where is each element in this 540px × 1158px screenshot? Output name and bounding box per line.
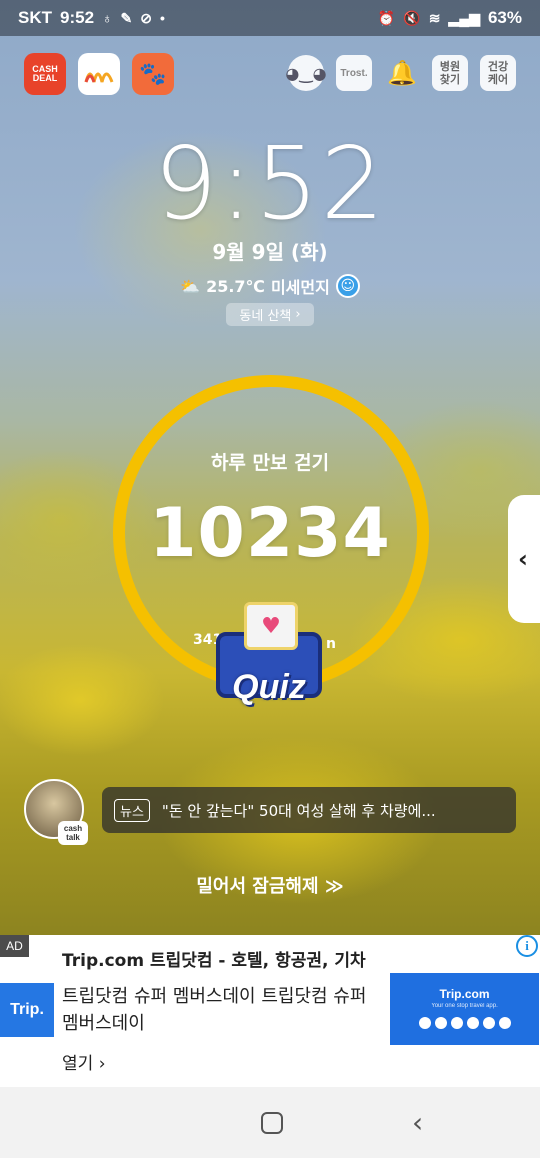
back-button[interactable]: ‹ [412,1106,423,1139]
mm-app-icon[interactable] [78,53,120,95]
face-app-icon[interactable]: ◕‿◕ [285,55,327,91]
ad-banner[interactable]: AD i Trip. Trip.com 트립닷컴 - 호텔, 항공권, 기차 트… [0,935,540,1087]
top-left-shortcuts: CASH DEAL 🐾 [24,53,174,95]
hospital-label-2: 찾기 [439,73,461,86]
double-chevron-right-icon: ≫ [324,876,344,897]
unlock-label: 밀어서 잠금해제 [196,876,319,897]
lockscreen-clock: 9:52 [153,125,387,242]
news-tag: 뉴스 [114,798,150,822]
ad-title: Trip.com 트립닷컴 - 호텔, 항공권, 기차 [62,951,366,971]
hospital-label-1: 병원 [439,60,461,73]
mute-icon: 🔇 [403,9,421,26]
weather-row[interactable]: ⛅ 25.7℃ 미세먼지 ☺ [0,274,540,298]
hospital-finder-icon[interactable]: 병원 찾기 [432,55,468,91]
status-time: 9:52 [60,8,95,27]
info-icon[interactable]: i [516,935,538,957]
notification-icon: ✎ [120,9,133,26]
cashtalk-avatar[interactable]: cash talk [24,779,88,845]
chevron-right-icon: › [98,1054,106,1074]
top-right-shortcuts: ◕‿◕ Trost. 🔔 병원 찾기 건강 케어 [285,55,516,91]
chevron-right-icon: › [295,307,301,322]
partly-cloudy-icon: ⛅ [180,276,201,296]
news-ticker[interactable]: 뉴스 "돈 안 갚는다" 50대 여성 살해 후 차량에... [102,787,516,833]
cashtalk-badge-line1: cash [63,824,83,833]
dust-label: 미세먼지 [270,278,330,297]
walk-chip-button[interactable]: 동네 산책 › [226,303,314,326]
ad-open-label: 열기 [62,1054,94,1074]
health-care-icon[interactable]: 건강 케어 [480,55,516,91]
temperature: 25.7℃ [206,276,265,296]
navigation-bar: ‹ [0,1087,540,1158]
quiz-button[interactable]: ♥ Quiz [210,596,328,714]
bell-app-icon[interactable]: 🔔 [384,55,420,91]
battery-percent: 63% [487,8,522,27]
trost-label: Trost. [340,67,368,79]
cashtalk-badge-line2: talk [66,833,80,842]
chevron-left-icon: ‹ [518,545,528,573]
notification-icon: ♁ [102,10,113,26]
side-panel-handle[interactable]: ‹ [508,495,540,623]
signal-icon: ▂▄▆ [448,9,480,26]
health-label-2: 케어 [487,73,509,86]
ad-banner-subtitle: Your one stop travel app. [431,1003,498,1009]
ad-open-link[interactable]: 열기 › [62,1049,106,1074]
alarm-icon: ⏰ [377,9,396,26]
step-title: 하루 만보 걷기 [210,452,330,474]
smiley-icon: ☺ [335,274,360,298]
paw-app-icon[interactable]: 🐾 [132,53,174,95]
status-bar: SKT 9:52 ♁ ✎ ⊘ • ⏰ 🔇 ≋ ▂▄▆ 63% [0,0,540,36]
link-icon: ⊘ [140,9,152,26]
ad-banner-icons [390,1017,539,1029]
more-dot-icon: • [160,10,165,26]
ad-tag: AD [0,935,29,957]
wifi-icon: ≋ [428,9,441,26]
health-label-1: 건강 [487,60,509,73]
step-count: 10234 [149,494,391,573]
ad-banner-title: Trip.com [439,987,490,1001]
cashdeal-app-icon[interactable]: CASH DEAL [24,53,66,95]
ad-logo: Trip. [0,983,54,1037]
trost-app-icon[interactable]: Trost. [336,55,372,91]
heart-card-icon: ♥ [244,602,298,650]
lockscreen-date: 9월 9일 (화) [212,240,328,264]
cashdeal-label-2: DEAL [32,73,58,83]
ad-description: 트립닷컴 슈퍼 멤버스데이 트립닷컴 슈퍼 멤버스데이 [62,986,367,1034]
news-headline: "돈 안 갚는다" 50대 여성 살해 후 차량에... [161,801,436,820]
cashtalk-badge: cash talk [58,821,88,845]
carrier-label: SKT [18,8,52,27]
walk-chip-label: 동네 산책 [239,309,292,324]
home-button[interactable] [261,1112,283,1134]
ad-image[interactable]: Trip.com Your one stop travel app. [390,973,539,1045]
quiz-label: Quiz [232,668,306,706]
swipe-to-unlock[interactable]: 밀어서 잠금해제 ≫ [0,872,540,898]
